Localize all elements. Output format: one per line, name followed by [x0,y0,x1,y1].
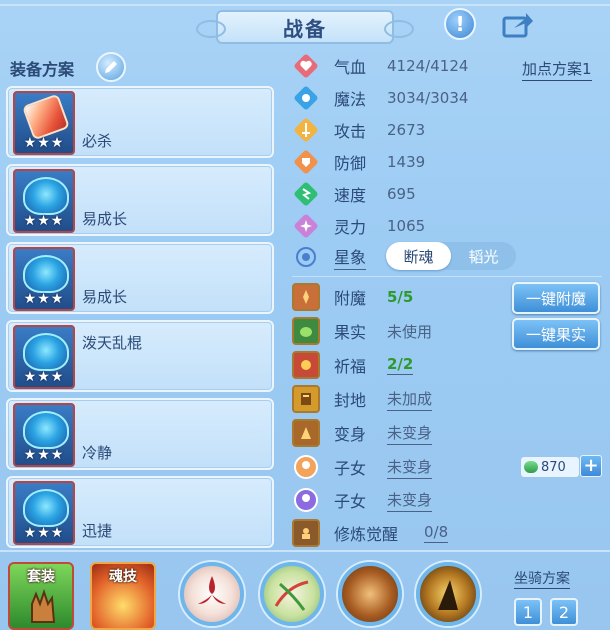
extra-row-cultivate: 修炼觉醒 0/8 [292,519,449,547]
title-banner: 战备 [196,10,414,44]
equip-label: 必杀 [82,132,113,150]
toggle-option-duanhun[interactable]: 断魂 [386,242,451,270]
fruit-icon [292,317,320,345]
stat-hp: 气血 4124/4124 [292,52,468,80]
equip-slot-3[interactable]: ★★★ 易成长 [6,242,274,314]
equip-icon: ★★★ [13,481,75,545]
point-plan-link[interactable]: 加点方案1 [522,58,592,81]
pill-icon [524,461,538,473]
mount-plan-1-button[interactable]: 1 [514,598,542,626]
skill-orb-4[interactable] [416,562,480,626]
equip-label: 易成长 [82,210,128,228]
skill-orb-1[interactable] [180,562,244,626]
equip-icon: ★★★ [13,403,75,467]
transform-icon [292,419,320,447]
child-icon-2 [292,486,320,514]
equip-slot-1[interactable]: ★★★ 必杀 [6,86,274,158]
speed-icon [292,180,320,208]
equip-label: 易成长 [82,288,128,306]
shield-icon [292,148,320,176]
equip-icon: ★★★ [13,91,75,155]
extra-row-territory: 封地 未加成 [292,385,433,413]
equip-label: 冷静 [82,444,113,462]
extra-row-blessing: 祈福 2/2 [292,351,414,379]
extra-row-fruit: 果实 未使用 [292,317,432,345]
bottom-divider [0,550,610,552]
counter-value: 870 [541,459,566,475]
equip-icon: ★★★ [13,247,75,311]
mana-icon [292,84,320,112]
territory-icon [292,385,320,413]
stat-spirit: 灵力 1065 [292,212,425,240]
star-sign-label[interactable]: 星象 [334,244,367,270]
spirit-icon [292,212,320,240]
mount-plan-title[interactable]: 坐骑方案 [514,568,570,589]
star-sign-toggle[interactable]: 断魂 韬光 [386,242,516,270]
equip-label: 迅捷 [82,522,113,540]
extra-row-child-2: 子女 未变身 [292,486,433,514]
toggle-option-taoguang[interactable]: 韬光 [451,242,516,270]
equip-icon: ★★★ [13,169,75,233]
one-click-enchant-button[interactable]: 一键附魔 [512,282,600,314]
tab-suit[interactable]: 套装 [8,562,74,630]
stat-mp: 魔法 3034/3034 [292,84,468,112]
star-sign-row: 星象 [292,243,367,271]
counter-box: 870 [520,456,580,478]
equip-slot-2[interactable]: ★★★ 易成长 [6,164,274,236]
equip-slot-5[interactable]: ★★★ 冷静 [6,398,274,470]
extra-row-transform: 变身 未变身 [292,419,433,447]
battle-prep-screen: 战备 ! 装备方案 ★★★ 必杀 ★★★ 易成长 ★★★ 易成长 ★★★ 泼天乱… [0,0,610,630]
sword-icon [292,116,320,144]
equip-icon: ★★★ [13,325,75,389]
extra-row-child-1: 子女 未变身 [292,453,433,481]
edit-icon[interactable] [96,52,126,82]
divider [292,276,602,277]
tab-soul[interactable]: 魂技 [90,562,156,630]
page-title: 战备 [283,16,327,41]
equip-slot-6[interactable]: ★★★ 迅捷 [6,476,274,548]
skill-orb-3[interactable] [338,562,402,626]
top-border [0,4,610,6]
stat-speed: 速度 695 [292,180,416,208]
equip-slot-4[interactable]: ★★★ 泼天乱棍 [6,320,274,392]
stat-attack: 攻击 2673 [292,116,425,144]
info-icon[interactable]: ! [444,8,476,40]
share-icon[interactable] [502,8,534,40]
child-icon-1 [292,453,320,481]
heart-icon [292,52,320,80]
one-click-fruit-button[interactable]: 一键果实 [512,318,600,350]
cultivate-icon [292,519,320,547]
equip-label: 泼天乱棍 [82,334,143,352]
stat-defense: 防御 1439 [292,148,425,176]
blessing-icon [292,351,320,379]
mount-plan-2-button[interactable]: 2 [550,598,578,626]
extra-row-enchant: 附魔 5/5 [292,283,413,311]
skill-orb-2[interactable] [260,562,324,626]
add-button[interactable]: + [580,455,602,477]
star-sign-icon [292,243,320,271]
enchant-icon [292,283,320,311]
equip-plan-title: 装备方案 [10,60,75,79]
